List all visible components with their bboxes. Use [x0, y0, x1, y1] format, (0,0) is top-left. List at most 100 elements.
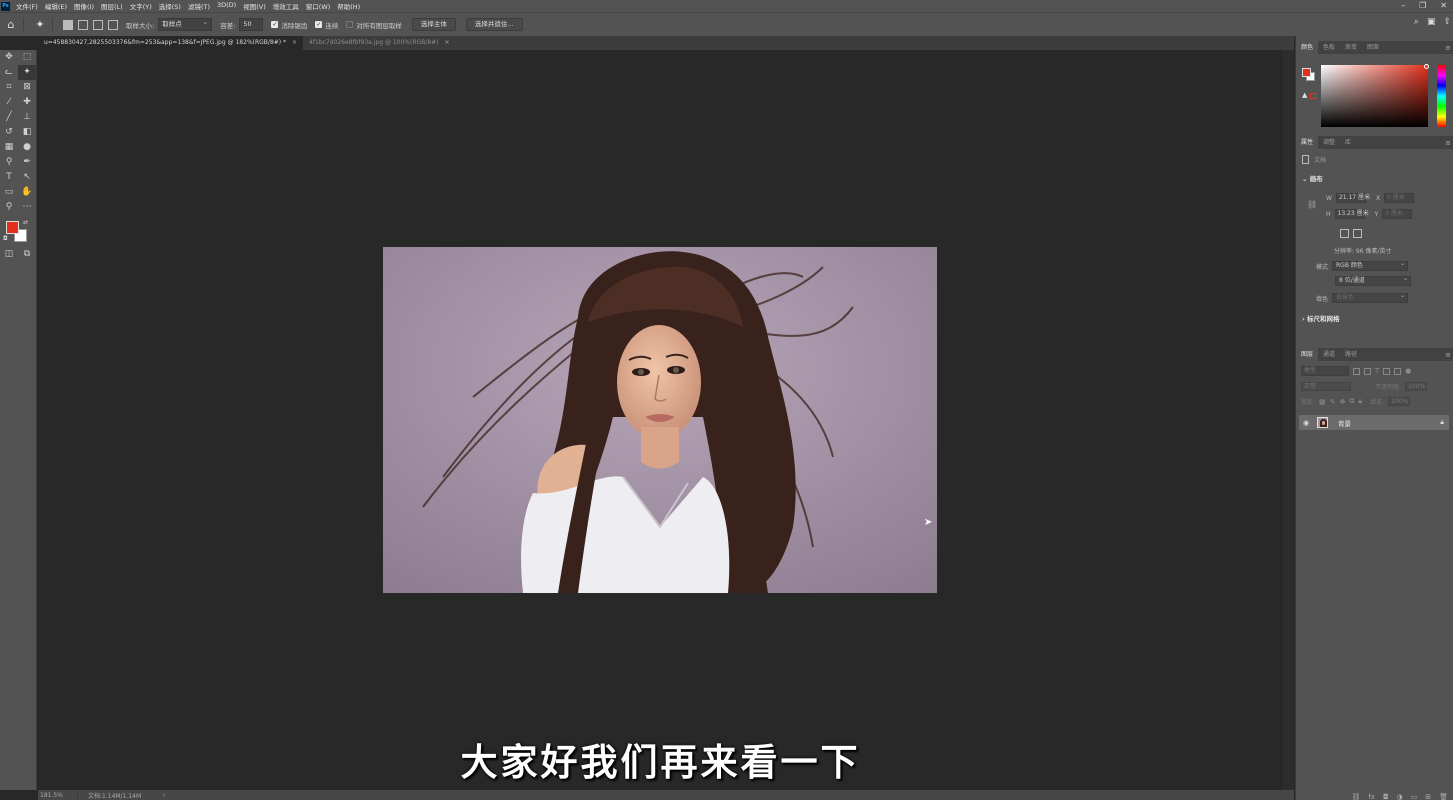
tab-swatches[interactable]: 色板: [1318, 41, 1340, 54]
filter-adjustment-icon[interactable]: [1364, 367, 1371, 375]
pen-tool-icon[interactable]: ✒: [18, 155, 36, 170]
fill-select[interactable]: 背景色: [1332, 292, 1409, 303]
blend-mode-select[interactable]: 正常: [1301, 382, 1351, 391]
menu-type[interactable]: 文字(Y): [130, 1, 152, 11]
hue-slider[interactable]: [1437, 65, 1446, 127]
eraser-tool-icon[interactable]: ◧: [18, 125, 36, 140]
close-icon[interactable]: ✕: [1440, 0, 1447, 11]
tab-patterns[interactable]: 图案: [1362, 41, 1384, 54]
bit-depth-select[interactable]: 8 位/通道: [1335, 275, 1411, 286]
search-icon[interactable]: ⌕: [1414, 17, 1419, 27]
tolerance-input[interactable]: 50: [239, 18, 264, 31]
share-icon[interactable]: ⇪: [1443, 17, 1451, 27]
opacity-input[interactable]: 100%: [1405, 382, 1428, 391]
add-mask-icon[interactable]: ◘: [1383, 792, 1389, 800]
path-selection-tool-icon[interactable]: ↖: [18, 170, 36, 185]
select-subject-button[interactable]: 选择主体: [411, 18, 456, 31]
restore-icon[interactable]: ❐: [1419, 0, 1426, 11]
zoom-level[interactable]: 181.5%: [38, 791, 78, 799]
tab-adjustments[interactable]: 调整: [1318, 136, 1340, 149]
magic-wand-tool-icon[interactable]: ✦: [18, 65, 36, 80]
antialias-checkbox[interactable]: ✓ 消除锯齿: [271, 20, 307, 30]
type-tool-icon[interactable]: T: [0, 170, 18, 185]
color-field[interactable]: [1321, 65, 1428, 127]
filter-toggle-icon[interactable]: ●: [1405, 367, 1411, 375]
sample-size-select[interactable]: 取样点: [158, 17, 213, 31]
tab-properties[interactable]: 属性: [1296, 136, 1319, 149]
gradient-tool-icon[interactable]: ▦: [0, 140, 18, 155]
menu-layer[interactable]: 图层(L): [101, 1, 123, 11]
lock-image-icon[interactable]: ✎: [1330, 398, 1336, 406]
menu-file[interactable]: 文件(F): [16, 1, 38, 11]
marquee-tool-icon[interactable]: ⬚: [18, 50, 36, 65]
canvas-area[interactable]: ➤ 大家好我们再来看一下: [38, 50, 1283, 790]
layer-row-background[interactable]: ◉ 背景 🔒︎: [1299, 415, 1449, 430]
tab-layers[interactable]: 图层: [1296, 348, 1319, 361]
tab-channels[interactable]: 通道: [1318, 348, 1340, 361]
tab-gradients[interactable]: 渐变: [1340, 41, 1362, 54]
new-layer-icon[interactable]: ⊞: [1425, 792, 1431, 800]
link-layers-icon[interactable]: ⛓: [1351, 792, 1360, 800]
new-selection-icon[interactable]: [63, 19, 73, 30]
lock-transparent-icon[interactable]: ▦: [1319, 398, 1326, 406]
tab-color[interactable]: 颜色: [1296, 41, 1319, 54]
healing-brush-tool-icon[interactable]: ✚: [18, 95, 36, 110]
document-tab[interactable]: 4f1bc7d026e8fbf93a.jpg @ 100%(RGB/8#) ×: [303, 36, 455, 50]
panel-menu-icon[interactable]: ≡: [1445, 44, 1451, 52]
color-picker-handle[interactable]: [1424, 64, 1429, 69]
close-icon[interactable]: ×: [292, 39, 297, 46]
menu-image[interactable]: 图像(I): [74, 1, 94, 11]
width-input[interactable]: 21.17 厘米: [1335, 193, 1370, 203]
add-to-selection-icon[interactable]: [78, 19, 88, 30]
landscape-orientation-icon[interactable]: [1353, 229, 1362, 238]
menu-window[interactable]: 窗口(W): [306, 1, 331, 11]
lasso-tool-icon[interactable]: ᓚ: [0, 65, 18, 80]
lock-all-icon[interactable]: 🔒︎: [1358, 397, 1362, 406]
foreground-color-swatch[interactable]: [6, 221, 19, 234]
magic-wand-preset-icon[interactable]: ✦: [33, 18, 47, 32]
contiguous-checkbox[interactable]: ✓ 连续: [315, 20, 338, 30]
filter-smart-object-icon[interactable]: [1394, 367, 1402, 375]
home-icon[interactable]: ⌂: [4, 18, 18, 32]
brush-tool-icon[interactable]: ╱: [0, 110, 18, 125]
close-icon[interactable]: ×: [445, 39, 450, 46]
default-colors-icon[interactable]: ◘: [3, 235, 8, 242]
workspace-icon[interactable]: ▣: [1427, 17, 1436, 27]
menu-view[interactable]: 视图(V): [243, 1, 266, 11]
more-tools-icon[interactable]: ⋯: [18, 200, 36, 215]
document-tab-active[interactable]: u=458830427,2825503376&fm=253&app=138&f=…: [38, 36, 304, 50]
tab-paths[interactable]: 路径: [1340, 348, 1362, 361]
portrait-orientation-icon[interactable]: [1340, 229, 1349, 238]
status-menu-icon[interactable]: ›: [163, 792, 165, 799]
filter-shape-icon[interactable]: [1383, 367, 1391, 375]
gamut-warning-icon[interactable]: ▲: [1302, 91, 1307, 99]
layer-style-icon[interactable]: fx: [1368, 792, 1375, 800]
move-tool-icon[interactable]: ✥: [0, 50, 18, 65]
zoom-tool-icon[interactable]: ⚲: [0, 200, 18, 215]
sample-all-layers-checkbox[interactable]: 对所有图层取样: [346, 20, 402, 30]
web-safe-warning-icon[interactable]: [1310, 93, 1316, 99]
x-input[interactable]: 0 厘米: [1384, 193, 1415, 203]
history-brush-tool-icon[interactable]: ↺: [0, 125, 18, 140]
height-input[interactable]: 13.23 厘米: [1334, 209, 1369, 219]
select-and-mask-button[interactable]: 选择并遮住...: [465, 18, 523, 31]
menu-edit[interactable]: 编辑(E): [45, 1, 67, 11]
new-group-icon[interactable]: ▭: [1411, 792, 1418, 800]
link-icon[interactable]: ⛓: [1307, 200, 1317, 209]
menu-plugins[interactable]: 增效工具: [273, 1, 299, 11]
screen-mode-icon[interactable]: ⧉: [18, 247, 36, 262]
visibility-eye-icon[interactable]: ◉: [1301, 419, 1311, 427]
subtract-selection-icon[interactable]: [93, 19, 103, 30]
mode-select[interactable]: RGB 颜色: [1332, 260, 1409, 271]
adjustment-layer-icon[interactable]: ◑: [1397, 792, 1403, 800]
canvas-scrollbar[interactable]: [1283, 50, 1294, 790]
quick-mask-icon[interactable]: ◫: [0, 247, 18, 262]
swap-colors-icon[interactable]: ⇄: [23, 219, 28, 226]
crop-tool-icon[interactable]: ⌗: [0, 80, 18, 95]
panel-menu-icon[interactable]: ≡: [1445, 351, 1451, 359]
hand-tool-icon[interactable]: ✋: [18, 185, 36, 200]
menu-3d[interactable]: 3D(D): [217, 1, 236, 11]
delete-layer-icon[interactable]: 🗑︎: [1439, 792, 1448, 800]
eyedropper-tool-icon[interactable]: ⁄: [0, 95, 18, 110]
canvas-section-header[interactable]: ⌄ 画布: [1302, 173, 1453, 183]
